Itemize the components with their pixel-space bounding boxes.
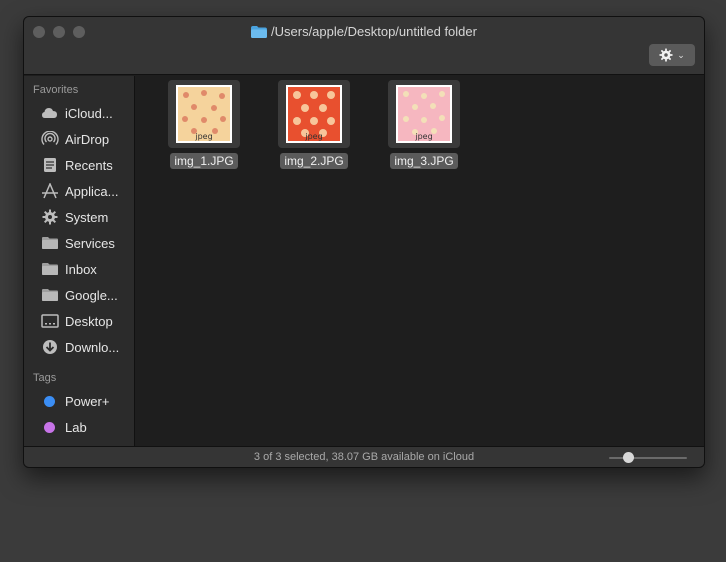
download-icon	[41, 339, 59, 355]
sidebar-tag-lab[interactable]: Lab	[24, 415, 135, 439]
sidebar-item-label: Services	[65, 235, 115, 251]
title-bar[interactable]: /Users/apple/Desktop/untitled folder ⌄	[24, 17, 704, 75]
tag-color-dot	[44, 395, 55, 407]
sidebar-item-label: Recents	[65, 157, 113, 173]
folder-icon	[41, 261, 59, 277]
sidebar-item-desktop[interactable]: Desktop	[24, 309, 135, 333]
sidebar-item-label: AirDrop	[65, 131, 110, 147]
sidebar-item-label: Inbox	[65, 261, 97, 277]
sidebar-item-label: Google...	[65, 287, 118, 303]
airdrop-icon	[41, 131, 59, 147]
file-extension-label: jpeg	[195, 132, 213, 141]
thumbnail-frame: jpeg	[388, 80, 460, 148]
sidebar-item-recents[interactable]: Recents	[24, 153, 135, 177]
status-bar: 3 of 3 selected, 38.07 GB available on i…	[24, 446, 704, 467]
file-item-img-3[interactable]: jpeg img_3.JPG	[381, 80, 467, 169]
favorites-header: Favorites	[33, 84, 79, 96]
image-thumbnail: jpeg	[396, 85, 452, 143]
thumbnail-frame: jpeg	[278, 80, 350, 148]
sidebar-item-downloads[interactable]: Downlo...	[24, 335, 135, 359]
tags-header: Tags	[33, 372, 57, 384]
file-extension-label: jpeg	[305, 132, 323, 141]
action-menu-button[interactable]: ⌄	[649, 44, 695, 66]
sidebar-item-label: Applica...	[65, 183, 119, 199]
applications-icon	[41, 183, 59, 199]
gear-icon	[659, 48, 673, 62]
status-text: 3 of 3 selected, 38.07 GB available on i…	[253, 451, 475, 463]
file-item-img-1[interactable]: jpeg img_1.JPG	[161, 80, 247, 169]
thumbnail-frame: jpeg	[168, 80, 240, 148]
finder-window: /Users/apple/Desktop/untitled folder ⌄ F…	[23, 16, 705, 468]
folder-icon	[41, 287, 59, 303]
sidebar-item-label: Desktop	[65, 313, 113, 329]
file-item-img-2[interactable]: jpeg img_2.JPG	[271, 80, 357, 169]
desktop-icon	[41, 313, 59, 329]
file-grid: jpeg img_1.JPG jpeg img_2.JPG jpeg img_3…	[136, 76, 704, 448]
sidebar-tag-power[interactable]: Power+	[24, 389, 135, 413]
file-extension-label: jpeg	[415, 132, 433, 141]
gear-icon	[41, 209, 59, 225]
folder-icon	[251, 25, 268, 38]
sidebar-item-applications[interactable]: Applica...	[24, 179, 135, 203]
icon-size-slider[interactable]	[609, 457, 687, 459]
sidebar-item-label: Downlo...	[65, 339, 120, 355]
folder-icon	[41, 235, 59, 251]
window-title-text: /Users/apple/Desktop/untitled folder	[271, 24, 477, 39]
file-name[interactable]: img_1.JPG	[170, 153, 238, 169]
sidebar-item-airdrop[interactable]: AirDrop	[24, 127, 135, 151]
cloud-icon	[41, 105, 59, 121]
file-name[interactable]: img_3.JPG	[390, 153, 458, 169]
sidebar-item-label: Power+	[65, 393, 110, 409]
sidebar-item-inbox[interactable]: Inbox	[24, 257, 135, 281]
file-name[interactable]: img_2.JPG	[280, 153, 348, 169]
sidebar-item-system[interactable]: System	[24, 205, 135, 229]
image-thumbnail: jpeg	[176, 85, 232, 143]
window-title: /Users/apple/Desktop/untitled folder	[24, 24, 704, 39]
sidebar-item-google[interactable]: Google...	[24, 283, 135, 307]
sidebar: Favorites iCloud... AirDrop Recents Appl…	[24, 76, 135, 448]
recents-icon	[41, 157, 59, 173]
chevron-down-icon: ⌄	[677, 49, 685, 60]
sidebar-item-label: System	[65, 209, 109, 225]
sidebar-item-label: Lab	[65, 419, 87, 435]
sidebar-item-services[interactable]: Services	[24, 231, 135, 255]
icon-size-slider-knob[interactable]	[623, 452, 634, 463]
tag-color-dot	[44, 421, 55, 433]
sidebar-item-label: iCloud...	[65, 105, 113, 121]
sidebar-item-icloud[interactable]: iCloud...	[24, 101, 135, 125]
image-thumbnail: jpeg	[286, 85, 342, 143]
